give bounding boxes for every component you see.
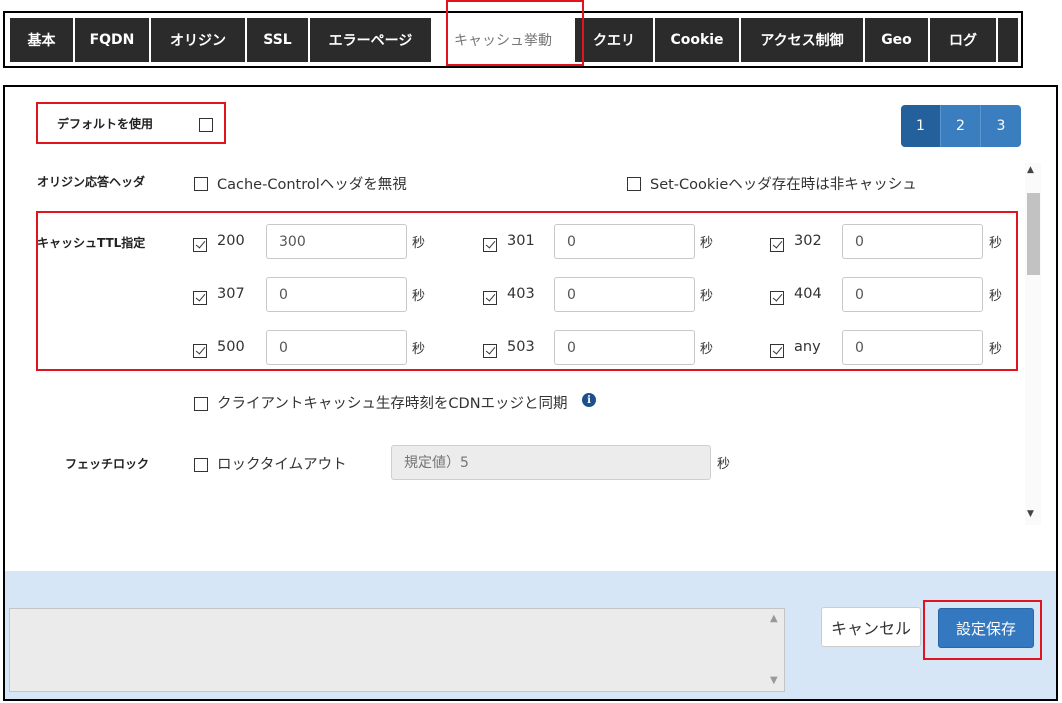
tab-query[interactable]: クエリ <box>575 18 653 62</box>
ttl-any-code: any <box>794 339 821 355</box>
tab-error-page[interactable]: エラーページ <box>310 18 431 62</box>
lock-timeout-input[interactable] <box>391 445 711 480</box>
ttl-403-unit: 秒 <box>700 289 714 304</box>
ttl-500-unit: 秒 <box>412 342 426 357</box>
ttl-302-code: 302 <box>794 233 822 249</box>
ttl-307-unit: 秒 <box>412 289 426 304</box>
ttl-301-code: 301 <box>507 233 535 249</box>
ttl-403-checkbox[interactable] <box>483 291 497 305</box>
tab-basic[interactable]: 基本 <box>10 18 73 62</box>
ttl-200-unit: 秒 <box>412 236 426 251</box>
cancel-button[interactable]: キャンセル <box>821 607 921 647</box>
scroll-down-icon[interactable]: ▼ <box>1027 509 1034 519</box>
scroll-thumb[interactable] <box>1027 193 1040 275</box>
client-cache-sync-label: クライアントキャッシュ生存時刻をCDNエッジと同期 <box>217 396 568 412</box>
ttl-404-code: 404 <box>794 286 822 302</box>
tab-ssl[interactable]: SSL <box>247 18 308 62</box>
ttl-302-unit: 秒 <box>989 236 1003 251</box>
tab-log[interactable]: ログ <box>930 18 996 62</box>
tab-cookie[interactable]: Cookie <box>655 18 739 62</box>
no-cache-set-cookie-label: Set-Cookieヘッダ存在時は非キャッシュ <box>650 177 917 193</box>
pagination: 1 2 3 <box>901 105 1021 147</box>
ttl-404-unit: 秒 <box>989 289 1003 304</box>
ttl-any-input[interactable] <box>842 330 983 365</box>
ttl-any-unit: 秒 <box>989 342 1003 357</box>
message-log-area[interactable]: ▲ ▼ <box>9 608 785 692</box>
tab-list: 基本 FQDN オリジン SSL エラーページ キャッシュ挙動 クエリ Cook… <box>10 18 1020 62</box>
ttl-302-input[interactable] <box>842 224 983 259</box>
ttl-307-checkbox[interactable] <box>193 291 207 305</box>
scroll-up-icon[interactable]: ▲ <box>1027 165 1034 175</box>
use-default-checkbox[interactable] <box>199 118 213 132</box>
log-scroll-down-icon[interactable]: ▼ <box>770 675 778 686</box>
tab-fqdn[interactable]: FQDN <box>75 18 149 62</box>
ttl-301-input[interactable] <box>554 224 695 259</box>
tab-cache-behavior[interactable]: キャッシュ挙動 <box>433 18 573 62</box>
ignore-cache-control-label: Cache-Controlヘッダを無視 <box>217 177 407 193</box>
settings-scrollbar[interactable]: ▲ ▼ <box>1025 163 1041 525</box>
use-default-label: デフォルトを使用 <box>57 117 154 131</box>
tab-origin[interactable]: オリジン <box>151 18 245 62</box>
ttl-503-unit: 秒 <box>700 342 714 357</box>
origin-headers-label: オリジン応答ヘッダ <box>37 175 146 189</box>
no-cache-set-cookie-checkbox[interactable] <box>627 177 641 191</box>
save-button[interactable]: 設定保存 <box>938 608 1034 648</box>
page-1-button[interactable]: 1 <box>901 105 941 147</box>
lock-timeout-label: ロックタイムアウト <box>217 457 347 473</box>
ttl-302-checkbox[interactable] <box>770 238 784 252</box>
ttl-301-unit: 秒 <box>700 236 714 251</box>
ttl-any-checkbox[interactable] <box>770 344 784 358</box>
ttl-200-checkbox[interactable] <box>193 238 207 252</box>
client-cache-sync-checkbox[interactable] <box>194 397 208 411</box>
ttl-307-code: 307 <box>217 286 245 302</box>
tab-geo[interactable]: Geo <box>865 18 928 62</box>
ttl-403-code: 403 <box>507 286 535 302</box>
lock-timeout-unit: 秒 <box>717 457 731 472</box>
tab-access-control[interactable]: アクセス制御 <box>741 18 863 62</box>
ttl-301-checkbox[interactable] <box>483 238 497 252</box>
lock-timeout-checkbox[interactable] <box>194 458 208 472</box>
settings-panel: デフォルトを使用 1 2 3 オリジン応答ヘッダ Cache-Controlヘッ… <box>3 85 1058 701</box>
ttl-503-input[interactable] <box>554 330 695 365</box>
tab-overflow[interactable] <box>998 18 1018 62</box>
ttl-503-code: 503 <box>507 339 535 355</box>
ttl-403-input[interactable] <box>554 277 695 312</box>
ttl-500-code: 500 <box>217 339 245 355</box>
ttl-500-input[interactable] <box>266 330 407 365</box>
log-scroll-up-icon[interactable]: ▲ <box>770 613 778 624</box>
fetch-lock-label: フェッチロック <box>65 457 150 471</box>
ttl-503-checkbox[interactable] <box>483 344 497 358</box>
ttl-200-input[interactable] <box>266 224 407 259</box>
info-icon[interactable]: i <box>582 393 596 407</box>
page-2-button[interactable]: 2 <box>941 105 981 147</box>
ttl-404-checkbox[interactable] <box>770 291 784 305</box>
ttl-500-checkbox[interactable] <box>193 344 207 358</box>
ttl-404-input[interactable] <box>842 277 983 312</box>
tab-bar: 基本 FQDN オリジン SSL エラーページ キャッシュ挙動 クエリ Cook… <box>3 11 1023 68</box>
ignore-cache-control-checkbox[interactable] <box>194 177 208 191</box>
cache-ttl-label: キャッシュTTL指定 <box>37 236 146 250</box>
ttl-307-input[interactable] <box>266 277 407 312</box>
page-3-button[interactable]: 3 <box>981 105 1021 147</box>
ttl-200-code: 200 <box>217 233 245 249</box>
